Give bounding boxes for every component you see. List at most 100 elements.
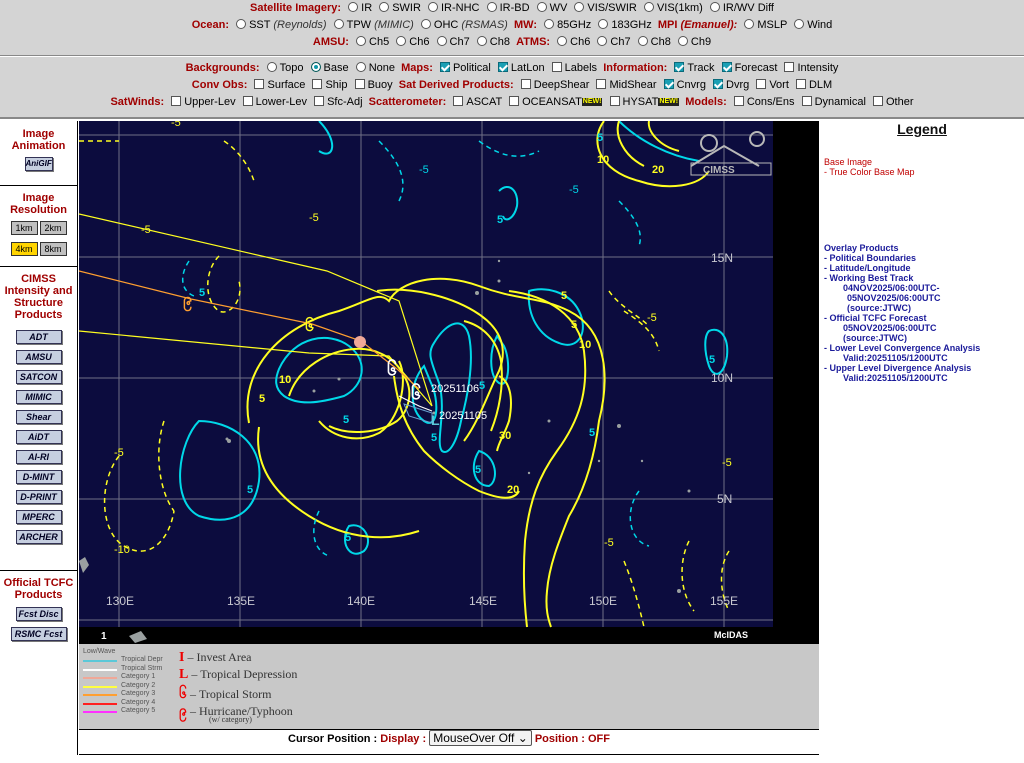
check-buoy[interactable] [354, 79, 365, 89]
radio-vis-1km[interactable] [643, 2, 654, 12]
category-key-label: Category 5 [121, 707, 156, 714]
check-hysat[interactable] [609, 96, 620, 106]
check-consens[interactable] [733, 96, 744, 106]
mimic-button[interactable]: MIMIC [15, 390, 62, 404]
track-label: Track [687, 62, 715, 74]
radio-wv[interactable] [536, 2, 547, 12]
cursor-position-bar: Cursor Position : Display : MouseOver Of… [79, 729, 819, 755]
atms-ch7-label: Ch7 [610, 36, 631, 48]
radio-mslp[interactable] [744, 19, 755, 29]
check-surface[interactable] [254, 79, 265, 89]
radio-amsu-ch7[interactable] [436, 36, 447, 46]
amsu-button[interactable]: AMSU [15, 350, 62, 364]
radio-85ghz[interactable] [544, 19, 555, 29]
radio-swir[interactable] [379, 2, 390, 12]
radio-ir-bd[interactable] [486, 2, 497, 12]
check-track[interactable] [674, 62, 685, 72]
contour-label: 5 [561, 290, 567, 302]
backgrounds-label: Backgrounds: [185, 62, 260, 74]
satcon-button[interactable]: SATCON [15, 370, 62, 384]
contour-label: 10 [579, 339, 591, 351]
fcst-disc-button[interactable]: Fcst Disc [15, 607, 62, 621]
tropical-storm-symbol: ၆ [387, 358, 397, 379]
shear-button[interactable]: Shear [15, 410, 62, 424]
d-mint-button[interactable]: D-MINT [15, 470, 62, 484]
radio-atms-ch7[interactable] [597, 36, 608, 46]
check-dlm[interactable] [795, 79, 806, 89]
sfc-adj-label: Sfc-Adj [327, 96, 363, 108]
check-other[interactable] [873, 96, 883, 106]
check-cnvrg[interactable] [663, 79, 674, 89]
contour-label: -5 [647, 312, 657, 324]
radio-183ghz[interactable] [598, 19, 609, 29]
radio-atms-ch8[interactable] [637, 36, 648, 46]
check-dvrg[interactable] [713, 79, 724, 89]
radio-atms-ch9[interactable] [677, 36, 688, 46]
check-oceansat[interactable] [509, 96, 520, 106]
archer-button[interactable]: ARCHER [15, 530, 62, 544]
tpw-source: (MIMIC) [374, 19, 414, 31]
surface-label: Surface [267, 79, 306, 91]
contour-label: 5 [343, 414, 349, 426]
check-ship[interactable] [312, 79, 323, 89]
radio-ohc[interactable] [420, 19, 431, 29]
radio-atms-ch6[interactable] [557, 36, 568, 46]
res-2km-button[interactable]: 2km [39, 221, 67, 235]
check-lower-lev[interactable] [242, 96, 253, 106]
adt-button[interactable]: ADT [15, 330, 62, 344]
radio-amsu-ch5[interactable] [356, 36, 367, 46]
swir-label: SWIR [392, 2, 421, 14]
vis-1km-label: VIS(1km) [656, 2, 703, 14]
check-upper-lev[interactable] [171, 96, 182, 106]
check-latlon[interactable] [497, 62, 508, 72]
check-vort[interactable] [756, 79, 767, 89]
satwinds-row: SatWinds: Upper-Lev Lower-Lev Sfc-Adj Sc… [0, 95, 1024, 109]
vort-label: Vort [769, 79, 789, 91]
check-sfc-adj[interactable] [314, 96, 325, 106]
display-select[interactable]: MouseOver Off ⌄ [429, 730, 532, 746]
contour-label: -5 [171, 121, 181, 129]
d-print-button[interactable]: D-PRINT [15, 490, 62, 504]
political-label: Political [452, 62, 491, 74]
res-4km-button[interactable]: 4km [10, 242, 38, 256]
check-midshear[interactable] [596, 79, 607, 89]
check-ascat[interactable] [453, 96, 464, 106]
mperc-button[interactable]: MPERC [15, 510, 62, 524]
check-dynamical[interactable] [801, 96, 812, 106]
radio-none[interactable] [355, 62, 366, 72]
anigif-button[interactable]: AniGIF [24, 157, 53, 171]
radio-topo[interactable] [266, 62, 277, 72]
radio-tpw[interactable] [333, 19, 344, 29]
radio-sst[interactable] [236, 19, 247, 29]
radio-ir[interactable] [348, 2, 359, 12]
category-2-symbol: ၆ [305, 316, 314, 335]
lon-140e-label: 140E [347, 594, 375, 608]
radio-wind[interactable] [794, 19, 805, 29]
check-labels[interactable] [551, 62, 562, 72]
ai-ri-button[interactable]: AI-RI [15, 450, 62, 464]
check-intensity[interactable] [784, 62, 795, 72]
left-sidebar: Image Animation AniGIF Image Resolution … [0, 121, 78, 755]
contour-label: 5 [475, 464, 481, 476]
category-color-line [83, 677, 117, 679]
aidt-button[interactable]: AiDT [15, 430, 62, 444]
radio-vis-swir[interactable] [574, 2, 585, 12]
check-forecast[interactable] [721, 62, 732, 72]
radio-ir-nhc[interactable] [428, 2, 438, 12]
storm-symbol: ၆ [179, 685, 187, 701]
res-1km-button[interactable]: 1km [10, 221, 38, 235]
check-deepshear[interactable] [520, 79, 531, 89]
radio-amsu-ch8[interactable] [476, 36, 487, 46]
storm-map[interactable]: ၉ ၆ ၆ ၆ L 20251106 20251105 5 5 5 5 5 5 … [79, 121, 819, 643]
radio-amsu-ch6[interactable] [396, 36, 407, 46]
radio-base[interactable] [310, 62, 321, 72]
radio-ir-wv-diff[interactable] [709, 2, 720, 12]
rsmc-fcst-button[interactable]: RSMC Fcst [10, 627, 67, 641]
dlm-label: DLM [808, 79, 833, 91]
check-political[interactable] [439, 62, 450, 72]
res-8km-button[interactable]: 8km [39, 242, 67, 256]
new-badge: NEW! [581, 98, 603, 106]
tropical-storm-symbol: ၆ [411, 382, 421, 403]
image-resolution-title: Image Resolution [10, 192, 67, 216]
amsu-ch8-label: Ch8 [489, 36, 510, 48]
